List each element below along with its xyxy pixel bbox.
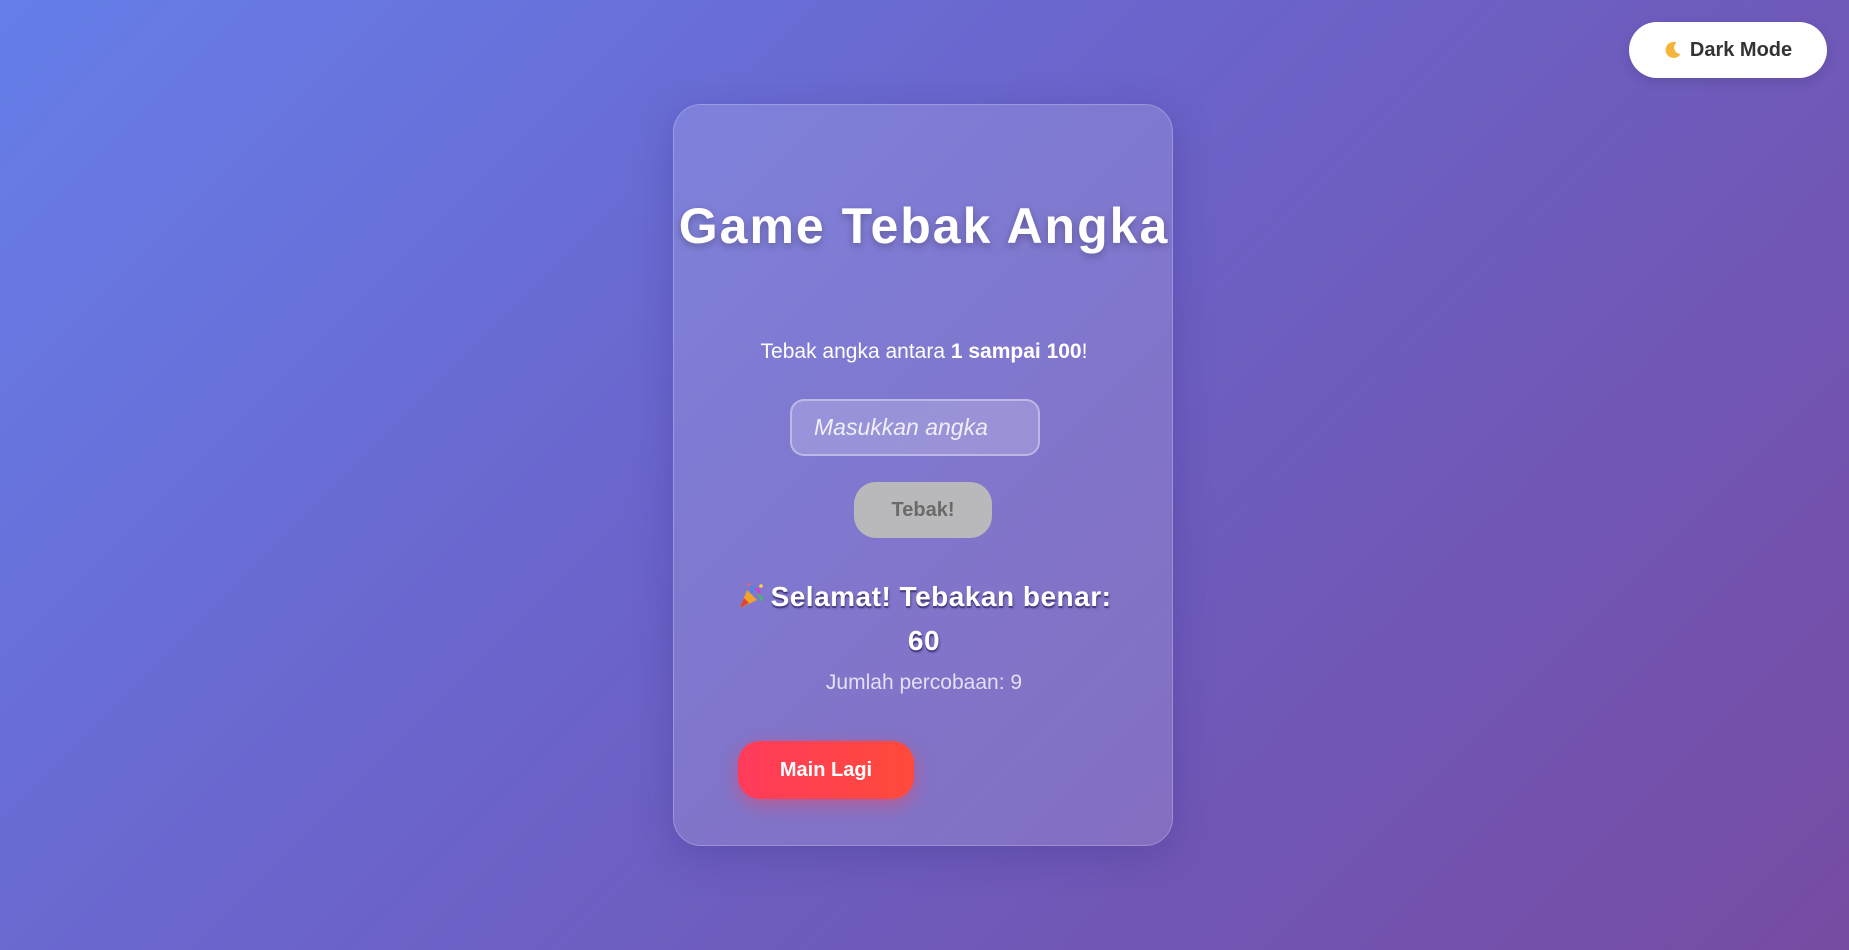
instructions-range: 1 sampai 100 [950,340,1082,363]
instructions-suffix: ! [1081,340,1088,363]
dark-mode-toggle[interactable]: Dark Mode [1629,22,1827,78]
result-message: Selamat! Tebakan benar: 60 [734,577,1114,661]
attempts-counter: Jumlah percobaan: 9 [674,668,1174,698]
play-again-button[interactable]: Main Lagi [738,741,914,799]
result-text: Selamat! Tebakan benar: 60 [770,581,1112,656]
dark-mode-label: Dark Mode [1689,38,1793,61]
moon-icon [1664,41,1682,59]
game-card: Game Tebak Angka Tebak angka antara 1 sa… [673,104,1173,846]
game-title: Game Tebak Angka [678,198,1170,254]
party-popper-icon [737,581,765,621]
attempts-value: 9 [1010,671,1023,694]
attempts-label: Jumlah percobaan: [825,671,1011,694]
game-instructions: Tebak angka antara 1 sampai 100! [674,337,1174,367]
guess-input[interactable] [790,399,1040,456]
guess-button[interactable]: Tebak! [854,482,992,538]
instructions-prefix: Tebak angka antara [760,340,951,363]
